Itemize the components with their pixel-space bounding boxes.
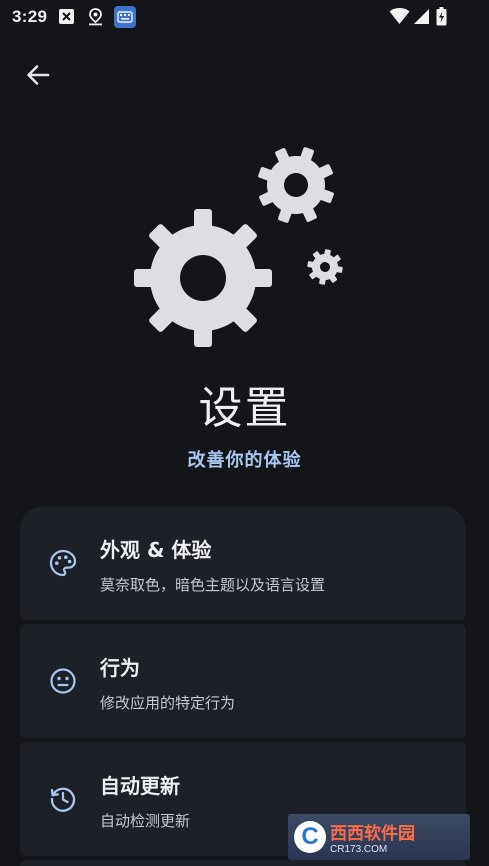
gears-icon bbox=[120, 140, 360, 350]
settings-item-title: 外观 & 体验 bbox=[100, 538, 212, 562]
wifi-icon bbox=[389, 7, 410, 29]
settings-item-next[interactable] bbox=[20, 860, 466, 866]
neutral-face-icon bbox=[48, 666, 78, 696]
keyboard-icon bbox=[114, 6, 136, 32]
close-box-icon bbox=[58, 8, 75, 29]
arrow-left-icon bbox=[26, 64, 50, 90]
status-bar: 3:29 bbox=[0, 0, 489, 36]
battery-charging-icon bbox=[436, 7, 447, 30]
settings-item-title: 自动更新 bbox=[100, 774, 180, 798]
settings-item-description: 莫奈取色，暗色主题以及语言设置 bbox=[100, 576, 326, 594]
status-time: 3:29 bbox=[12, 7, 48, 26]
settings-item-appearance[interactable]: 外观 & 体验 莫奈取色，暗色主题以及语言设置 bbox=[20, 506, 466, 620]
settings-item-behavior[interactable]: 行为 修改应用的特定行为 bbox=[20, 624, 466, 738]
watermark-logo: C 西西软件园 CR173.COM bbox=[288, 814, 470, 860]
settings-item-description: 自动检测更新 bbox=[100, 812, 191, 830]
history-update-icon bbox=[48, 784, 78, 814]
settings-screen: 3:29 设置 改善你的体验 外观 & 体验 莫奈取色，暗色主题以及语言设置 行… bbox=[0, 0, 489, 866]
signal-icon bbox=[413, 8, 430, 29]
settings-item-title: 行为 bbox=[100, 656, 140, 680]
watermark-domain: CR173.COM bbox=[330, 844, 388, 855]
page-subtitle: 改善你的体验 bbox=[187, 450, 302, 471]
back-button[interactable] bbox=[20, 60, 56, 94]
settings-item-description: 修改应用的特定行为 bbox=[100, 694, 236, 712]
watermark-logo-letter: C bbox=[294, 821, 326, 853]
watermark-brand: 西西软件园 bbox=[330, 824, 415, 843]
location-icon bbox=[87, 8, 104, 30]
palette-icon bbox=[48, 548, 78, 578]
page-title: 设置 bbox=[198, 383, 291, 434]
